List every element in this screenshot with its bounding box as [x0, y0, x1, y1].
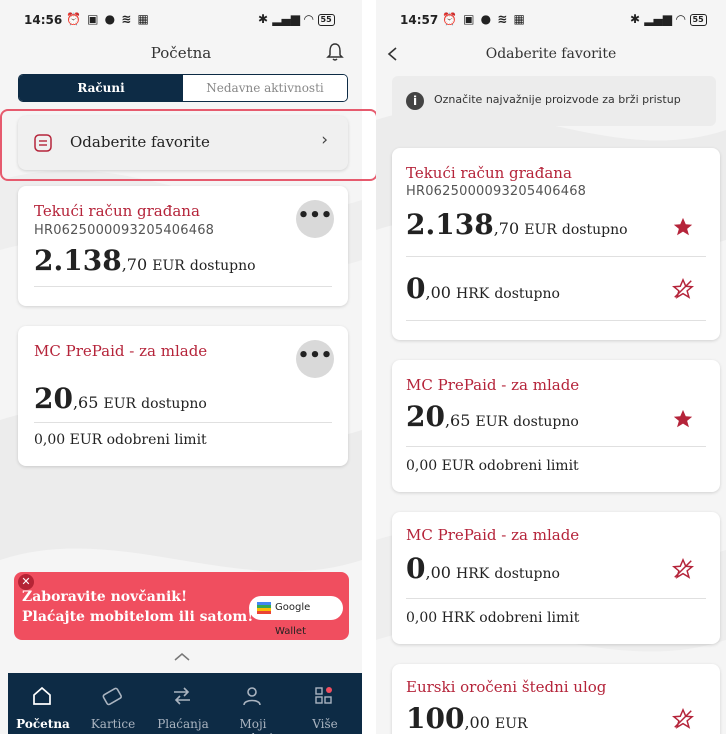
account-name: Tekući račun građana: [406, 164, 572, 182]
info-text: Označite najvažnije proizvode za brži pr…: [434, 93, 681, 106]
approved-limit: 0,00 HRK odobreni limit: [406, 610, 580, 626]
account-iban: HR0625000093205406468: [34, 223, 215, 238]
page-title: Odaberite favorite: [485, 46, 617, 62]
divider: [406, 598, 706, 599]
tab-recent-activity[interactable]: Nedavne aktivnosti: [183, 75, 347, 101]
account-card[interactable]: Tekući račun građana HR06250000932054064…: [18, 186, 348, 306]
approved-limit: 0,00 EUR odobreni limit: [406, 458, 579, 474]
account-balance: 2.138,70 EUR dostupno: [34, 244, 256, 277]
system-icons: ✱ ▂▄▆ ◠ 55: [630, 12, 707, 26]
account-card[interactable]: MC PrePaid - za mlade 20,65 EUR dostupno…: [18, 326, 348, 466]
notification-icons: ⏰ ▣ ● ≋ ▦: [66, 12, 150, 26]
star-filled-icon[interactable]: [672, 408, 694, 430]
divider: [34, 286, 332, 287]
star-off-icon[interactable]: [672, 708, 694, 730]
star-filled-icon[interactable]: [672, 216, 694, 238]
account-card: MC PrePaid - za mlade 20,65 EUR dostupno…: [392, 360, 720, 492]
tab-bar: Računi Nedavne aktivnosti: [18, 74, 348, 102]
account-balance: 2.138,70 EUR dostupno: [406, 208, 628, 241]
transfer-icon: [174, 687, 190, 705]
google-wallet-label: Google Wallet: [275, 602, 311, 637]
info-icon: i: [406, 92, 424, 110]
nav-more[interactable]: Više: [290, 673, 360, 734]
promo-banner[interactable]: ✕ Zaboravite novčanik! Plaćajte mobitelo…: [14, 572, 349, 640]
nav-payments[interactable]: Plaćanja: [148, 673, 218, 734]
account-balance: 0,00 HRK dostupno: [406, 552, 560, 585]
status-bar: 14:57 ⏰ ▣ ● ≋ ▦ ✱ ▂▄▆ ◠ 55: [376, 10, 726, 32]
status-time: 14:57: [400, 13, 439, 27]
card-icon: [102, 687, 122, 706]
nav-cards[interactable]: Kartice: [78, 673, 148, 734]
approved-limit: 0,00 EUR odobreni limit: [34, 432, 207, 448]
status-bar: 14:56 ⏰ ▣ ● ≋ ▦ ✱ ▂▄▆ ◠ 55: [0, 10, 362, 32]
user-icon: [243, 687, 261, 706]
battery-icon: 55: [317, 13, 335, 26]
divider: [406, 256, 706, 257]
account-name: MC PrePaid - za mlade: [34, 342, 208, 360]
account-card: MC PrePaid - za mlade 0,00 HRK dostupno …: [392, 512, 720, 644]
divider: [406, 446, 706, 447]
account-balance: 100,00 EUR: [406, 702, 528, 734]
divider: [34, 422, 332, 423]
wallet-icon: [257, 602, 271, 614]
nav-my-data[interactable]: Moji podaci: [218, 673, 288, 734]
right-screen: 14:57 ⏰ ▣ ● ≋ ▦ ✱ ▂▄▆ ◠ 55 Odaberite fav…: [376, 0, 726, 734]
bell-icon[interactable]: [326, 42, 344, 62]
promo-line-1: Zaboravite novčanik!: [22, 589, 188, 605]
notification-icons: ⏰ ▣ ● ≋ ▦: [442, 12, 526, 26]
grid-icon: [315, 687, 332, 704]
account-name: MC PrePaid - za mlade: [406, 526, 580, 544]
account-name: MC PrePaid - za mlade: [406, 376, 580, 394]
account-iban: HR0625000093205406468: [406, 184, 587, 199]
account-name: Eurski oročeni štedni ulog: [406, 678, 607, 696]
nav-home[interactable]: Početna: [8, 673, 78, 734]
system-icons: ✱ ▂▄▆ ◠ 55: [258, 12, 335, 26]
account-balance: 20,65 EUR dostupno: [406, 400, 579, 433]
chevron-up-icon[interactable]: [173, 652, 191, 662]
account-card: Tekući račun građana HR06250000932054064…: [392, 148, 720, 340]
star-off-icon[interactable]: [672, 558, 694, 580]
status-time: 14:56: [24, 13, 63, 27]
account-name: Tekući račun građana: [34, 202, 200, 220]
info-banner: i Označite najvažnije proizvode za brži …: [392, 76, 716, 126]
account-balance: 20,65 EUR dostupno: [34, 382, 207, 415]
close-icon[interactable]: ✕: [18, 574, 34, 590]
bottom-navigation: Početna Kartice Plaćanja Moji podaci Viš…: [8, 673, 362, 734]
promo-line-2: Plaćajte mobitelom ili satom!: [22, 609, 254, 625]
tab-racuni[interactable]: Računi: [19, 75, 183, 101]
page-title: Početna: [150, 44, 212, 62]
account-balance: 0,00 HRK dostupno: [406, 272, 560, 305]
divider: [406, 320, 706, 321]
google-wallet-button[interactable]: Google Wallet: [249, 596, 343, 637]
star-off-icon[interactable]: [672, 278, 694, 300]
more-options-button[interactable]: •••: [296, 340, 334, 378]
favorites-highlight: [0, 109, 378, 181]
more-options-button[interactable]: •••: [296, 200, 334, 238]
battery-icon: 55: [689, 13, 707, 26]
home-icon: [33, 686, 51, 705]
account-card: Eurski oročeni štedni ulog 100,00 EUR: [392, 664, 720, 734]
